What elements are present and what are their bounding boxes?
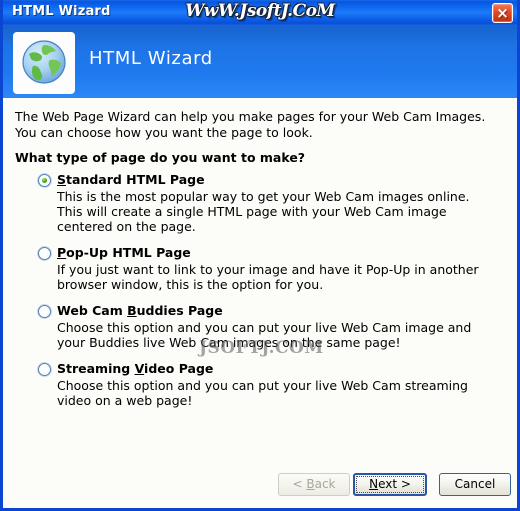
radio-label-streaming-video-page: Streaming Video Page: [57, 361, 214, 376]
close-button[interactable]: ×: [492, 3, 513, 23]
radio-streaming-video-page[interactable]: [38, 363, 51, 376]
page-type-radio-group: Standard HTML Page This is the most popu…: [3, 172, 517, 419]
wizard-window: HTML Wizard WwW.JsoftJ.CoM × HTML Wizard…: [0, 0, 520, 511]
radio-option-web-cam-buddies-page[interactable]: Web Cam Buddies Page Choose this option …: [3, 303, 517, 350]
title-bar: HTML Wizard WwW.JsoftJ.CoM ×: [3, 0, 517, 26]
radio-standard-html-page[interactable]: [38, 174, 51, 187]
radio-popup-html-page[interactable]: [38, 247, 51, 260]
radio-option-popup-html-page[interactable]: Pop-Up HTML Page If you just want to lin…: [3, 245, 517, 292]
radio-dot-icon: [42, 178, 47, 183]
intro-text: The Web Page Wizard can help you make pa…: [15, 109, 486, 140]
wizard-footer: < Back Next > Cancel: [3, 464, 517, 508]
question-label: What type of page do you want to make?: [15, 150, 306, 165]
radio-label-web-cam-buddies-page: Web Cam Buddies Page: [57, 303, 223, 318]
banner-title: HTML Wizard: [89, 48, 213, 69]
cancel-button-label: Cancel: [454, 477, 496, 491]
radio-label-standard-html-page: Standard HTML Page: [57, 172, 205, 187]
wizard-banner: HTML Wizard: [3, 26, 517, 98]
window-title: HTML Wizard: [12, 4, 111, 19]
radio-option-standard-html-page[interactable]: Standard HTML Page This is the most popu…: [3, 172, 517, 234]
radio-label-popup-html-page: Pop-Up HTML Page: [57, 245, 191, 260]
globe-icon: [14, 33, 74, 93]
next-button[interactable]: Next >: [353, 473, 427, 496]
radio-option-streaming-video-page[interactable]: Streaming Video Page Choose this option …: [3, 361, 517, 408]
wizard-panel: JSOFTJ.COM The Web Page Wizard can help …: [3, 98, 517, 508]
radio-web-cam-buddies-page[interactable]: [38, 305, 51, 318]
close-icon: ×: [496, 4, 509, 22]
back-button[interactable]: < Back: [278, 473, 350, 496]
cancel-button[interactable]: Cancel: [439, 473, 511, 496]
